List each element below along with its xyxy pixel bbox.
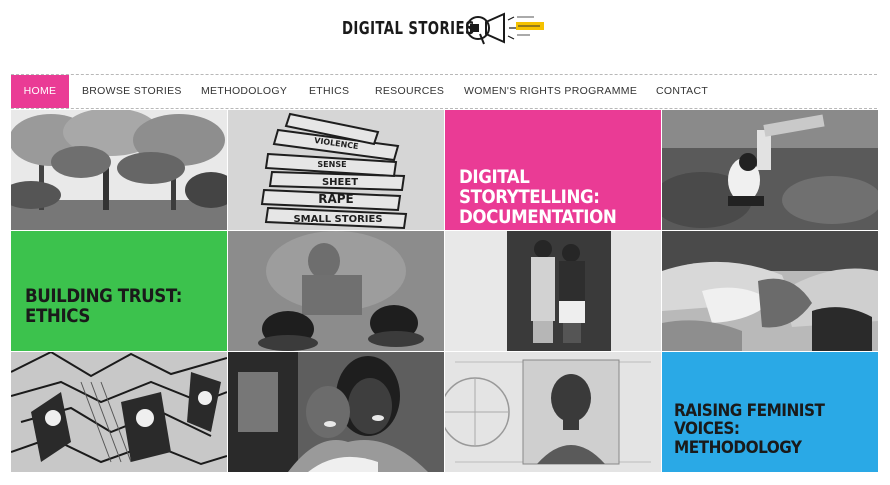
tile-digital-storytelling-documentation[interactable]: DIGITAL STORYTELLING: DOCUMENTATION bbox=[445, 110, 661, 230]
pattern-artwork-image bbox=[11, 352, 227, 472]
tile-title-line2: VOICES: METHODOLOGY bbox=[674, 419, 802, 458]
trees-photo-image bbox=[11, 110, 227, 230]
book-spine-sense: SENSE bbox=[317, 160, 346, 169]
books-sketch-image: SMALL STORIES RAPE SHEET SENSE VIOLENCE bbox=[228, 110, 444, 230]
megaphone-icon bbox=[466, 12, 544, 45]
shadow-feet-photo-image bbox=[228, 231, 444, 351]
id-document-photo-image bbox=[445, 352, 661, 472]
tile-title: DIGITAL STORYTELLING: DOCUMENTATION bbox=[459, 168, 653, 228]
person-ground-photo-image bbox=[662, 110, 878, 230]
hands-photo-image bbox=[662, 231, 878, 351]
tile-shadow-feet-photo[interactable] bbox=[228, 231, 444, 351]
tile-two-women-doorway-photo[interactable] bbox=[445, 231, 661, 351]
tile-title-line1: BUILDING TRUST: bbox=[25, 286, 183, 307]
nav-item-browse-stories[interactable]: BROWSE STORIES bbox=[82, 75, 182, 108]
story-tile-grid: SMALL STORIES RAPE SHEET SENSE VIOLENCE … bbox=[11, 110, 878, 472]
nav-item-methodology[interactable]: METHODOLOGY bbox=[201, 75, 287, 108]
book-spine-rape: RAPE bbox=[318, 192, 354, 206]
tile-books-sketch[interactable]: SMALL STORIES RAPE SHEET SENSE VIOLENCE bbox=[228, 110, 444, 230]
tile-title: BUILDING TRUST: ETHICS bbox=[25, 287, 219, 327]
site-header: DIGITAL STORIES bbox=[0, 0, 890, 72]
nav-item-contact[interactable]: CONTACT bbox=[656, 75, 708, 108]
tile-pattern-artwork[interactable] bbox=[11, 352, 227, 472]
two-women-doorway-photo-image bbox=[445, 231, 661, 351]
tile-title-line1: DIGITAL STORYTELLING: bbox=[459, 167, 600, 208]
main-nav: HOME BROWSE STORIES METHODOLOGY ETHICS R… bbox=[11, 74, 877, 109]
tile-trees-photo[interactable] bbox=[11, 110, 227, 230]
tile-title-line2: DOCUMENTATION bbox=[459, 206, 617, 228]
book-spine-small-stories: SMALL STORIES bbox=[293, 214, 382, 225]
nav-item-home[interactable]: HOME bbox=[11, 75, 69, 108]
tile-title-line1: RAISING FEMINIST bbox=[674, 401, 825, 421]
tile-title: RAISING FEMINIST VOICES: METHODOLOGY bbox=[674, 402, 870, 457]
tile-mother-child-photo[interactable] bbox=[228, 352, 444, 472]
tile-hands-photo[interactable] bbox=[662, 231, 878, 351]
nav-item-resources[interactable]: RESOURCES bbox=[375, 75, 444, 108]
logo-title: DIGITAL STORIES bbox=[342, 17, 475, 39]
tile-person-ground-photo[interactable] bbox=[662, 110, 878, 230]
tile-building-trust-ethics[interactable]: BUILDING TRUST: ETHICS bbox=[11, 231, 227, 351]
tile-raising-feminist-voices-methodology[interactable]: RAISING FEMINIST VOICES: METHODOLOGY bbox=[662, 352, 878, 472]
book-spine-sheet: SHEET bbox=[322, 177, 358, 188]
site-logo[interactable]: DIGITAL STORIES bbox=[342, 8, 544, 48]
tile-id-document-photo[interactable] bbox=[445, 352, 661, 472]
nav-item-ethics[interactable]: ETHICS bbox=[309, 75, 349, 108]
mother-child-photo-image bbox=[228, 352, 444, 472]
tile-title-line2: ETHICS bbox=[25, 305, 90, 327]
nav-item-womens-rights-programme[interactable]: WOMEN'S RIGHTS PROGRAMME bbox=[464, 75, 637, 108]
